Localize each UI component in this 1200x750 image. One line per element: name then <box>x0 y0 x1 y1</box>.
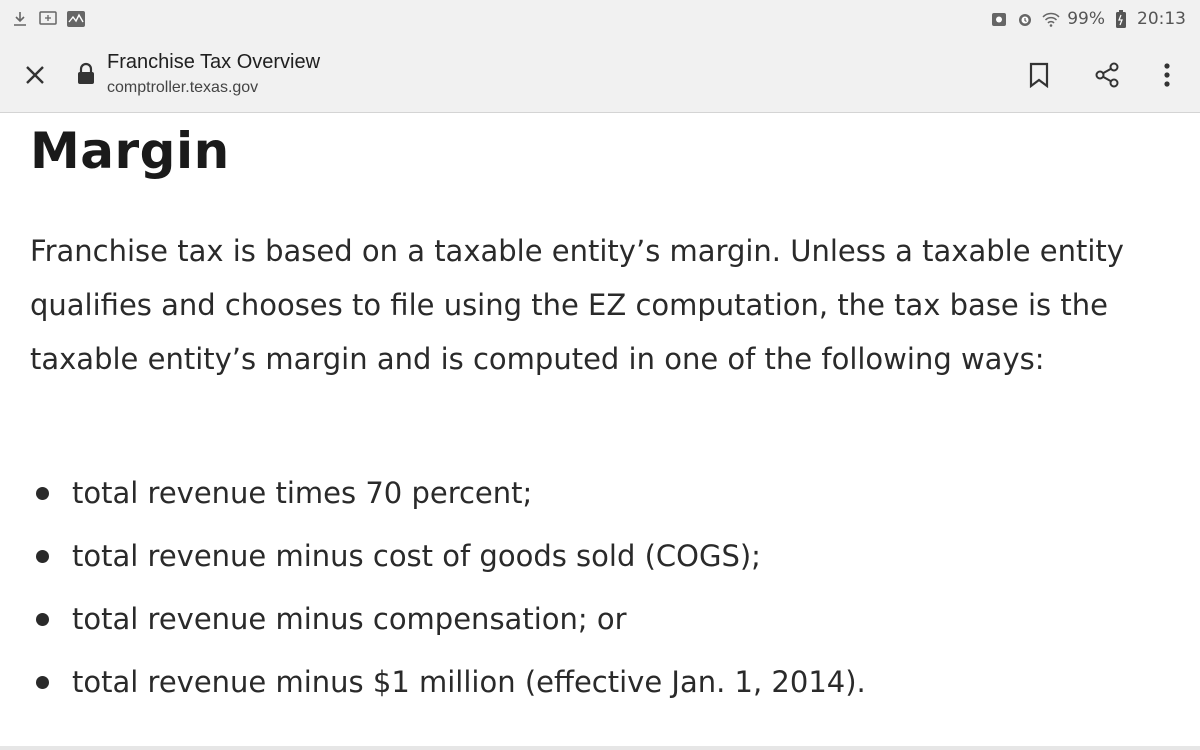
bookmark-button[interactable] <box>1022 58 1056 92</box>
bullet-dot-icon <box>36 550 49 563</box>
download-icon <box>10 9 30 29</box>
section-heading: Margin <box>30 122 230 180</box>
margin-methods-list: total revenue times 70 percent; total re… <box>30 466 1170 718</box>
more-options-button[interactable] <box>1150 58 1184 92</box>
list-item: total revenue minus compensation; or <box>30 592 1170 655</box>
battery-icon <box>1111 9 1131 29</box>
close-button[interactable] <box>20 60 50 90</box>
list-item-text: total revenue minus $1 million (effectiv… <box>72 665 866 699</box>
cast-icon <box>38 9 58 29</box>
list-item: total revenue minus $1 million (effectiv… <box>30 655 1170 718</box>
list-item: total revenue minus cost of goods sold (… <box>30 529 1170 592</box>
battery-percent: 99% <box>1067 9 1105 29</box>
list-item-text: total revenue times 70 percent; <box>72 476 533 510</box>
wifi-icon <box>1041 9 1061 29</box>
custom-tab-toolbar: Franchise Tax Overview comptroller.texas… <box>0 38 1200 113</box>
activity-icon <box>66 9 86 29</box>
bullet-dot-icon <box>36 613 49 626</box>
status-left <box>10 9 86 29</box>
page-title: Franchise Tax Overview <box>107 51 321 73</box>
page-content: Margin Franchise tax is based on a taxab… <box>0 114 1200 750</box>
status-bar: 99% 20:13 <box>0 0 1200 38</box>
list-item-text: total revenue minus cost of goods sold (… <box>72 539 761 573</box>
share-button[interactable] <box>1090 58 1124 92</box>
bookmark-icon <box>1029 62 1049 88</box>
list-item: total revenue times 70 percent; <box>30 466 1170 529</box>
page-url[interactable]: comptroller.texas.gov <box>107 79 258 97</box>
bullet-dot-icon <box>36 676 49 689</box>
clock: 20:13 <box>1137 9 1186 29</box>
status-right: 99% 20:13 <box>989 9 1186 29</box>
share-icon <box>1095 62 1119 88</box>
lock-icon[interactable] <box>76 62 96 86</box>
more-vert-icon <box>1164 63 1170 87</box>
bullet-dot-icon <box>36 487 49 500</box>
alarm-icon <box>1015 9 1035 29</box>
list-item-text: total revenue minus compensation; or <box>72 602 627 636</box>
intro-paragraph: Franchise tax is based on a taxable enti… <box>30 234 1124 376</box>
save-mode-icon <box>989 9 1009 29</box>
divider <box>0 746 1200 750</box>
close-icon <box>26 66 44 84</box>
